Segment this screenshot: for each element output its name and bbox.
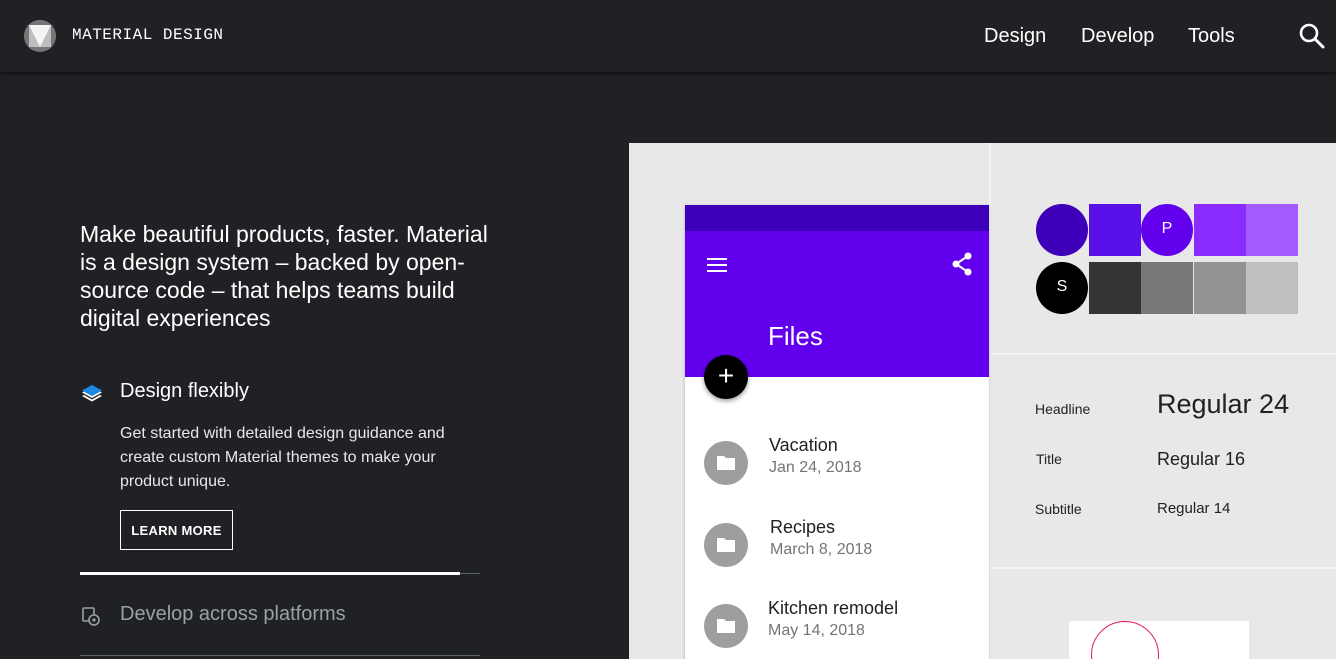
grey-swatch [1089, 262, 1141, 314]
type-sample-subtitle: Regular 14 [1157, 500, 1231, 517]
feature-title-design[interactable]: Design flexibly [120, 380, 249, 403]
plus-icon: + [717, 360, 735, 391]
divider [80, 655, 480, 656]
primary-dark-swatch [1036, 204, 1088, 256]
primary-label: P [1161, 220, 1173, 237]
list-item[interactable]: Kitchen remodel May 14, 2018 [685, 596, 989, 659]
list-item[interactable]: Vacation Jan 24, 2018 [685, 433, 989, 497]
grey-swatch [1246, 262, 1298, 314]
folder-icon [704, 441, 748, 485]
hero-illustration: Files + Vacation Jan 24, 2018 Recipes Ma… [629, 143, 1336, 659]
layers-icon [80, 382, 104, 406]
learn-more-button[interactable]: LEARN MORE [120, 510, 233, 550]
accent-light-swatch [1246, 204, 1298, 256]
grey-swatch [1194, 262, 1246, 314]
status-bar [685, 205, 989, 231]
hero-text: Make beautiful products, faster. Materia… [80, 221, 488, 331]
divider [991, 567, 1336, 569]
grey-swatch [1141, 262, 1193, 314]
menu-icon[interactable] [705, 253, 729, 277]
primary-swatch [1089, 204, 1141, 256]
search-icon[interactable] [1296, 20, 1328, 52]
type-label-headline: Headline [1035, 401, 1091, 417]
feature-title-develop[interactable]: Develop across platforms [120, 603, 346, 626]
folder-icon [704, 604, 748, 648]
nav-tools-link[interactable]: Tools [1188, 25, 1235, 48]
material-logo-icon[interactable] [24, 20, 56, 52]
feature-progress-track [80, 572, 480, 575]
folder-icon [704, 523, 748, 567]
file-date: Jan 24, 2018 [769, 459, 862, 476]
feature-progress-fill [80, 572, 460, 575]
file-date: May 14, 2018 [768, 622, 865, 639]
secondary-label-swatch: S [1036, 262, 1088, 314]
nav-develop-link[interactable]: Develop [1081, 25, 1154, 48]
feature-description: Get started with detailed design guidanc… [120, 425, 445, 490]
type-label-title: Title [1036, 451, 1062, 467]
brand-title[interactable]: MATERIAL DESIGN [72, 26, 224, 44]
divider [991, 353, 1336, 355]
share-icon[interactable] [949, 251, 975, 277]
divider [989, 143, 991, 659]
add-fab-button[interactable]: + [704, 355, 748, 399]
type-sample-headline: Regular 24 [1157, 389, 1290, 419]
phone-mockup: Files + Vacation Jan 24, 2018 Recipes Ma… [685, 205, 989, 659]
type-sample-title: Regular 16 [1157, 449, 1246, 469]
top-app-bar: MATERIAL DESIGN Design Develop Tools [0, 0, 1336, 72]
accent-swatch [1194, 204, 1246, 256]
app-title: Files [768, 321, 823, 351]
file-name: Kitchen remodel [768, 598, 899, 618]
nav-design-link[interactable]: Design [984, 25, 1046, 48]
primary-label-swatch: P [1141, 204, 1193, 256]
list-item[interactable]: Recipes March 8, 2018 [685, 515, 989, 579]
file-date: March 8, 2018 [770, 541, 873, 558]
devices-icon [80, 605, 104, 629]
type-label-subtitle: Subtitle [1035, 501, 1082, 517]
file-name: Vacation [769, 435, 838, 455]
file-name: Recipes [770, 517, 836, 537]
secondary-label: S [1056, 278, 1068, 295]
